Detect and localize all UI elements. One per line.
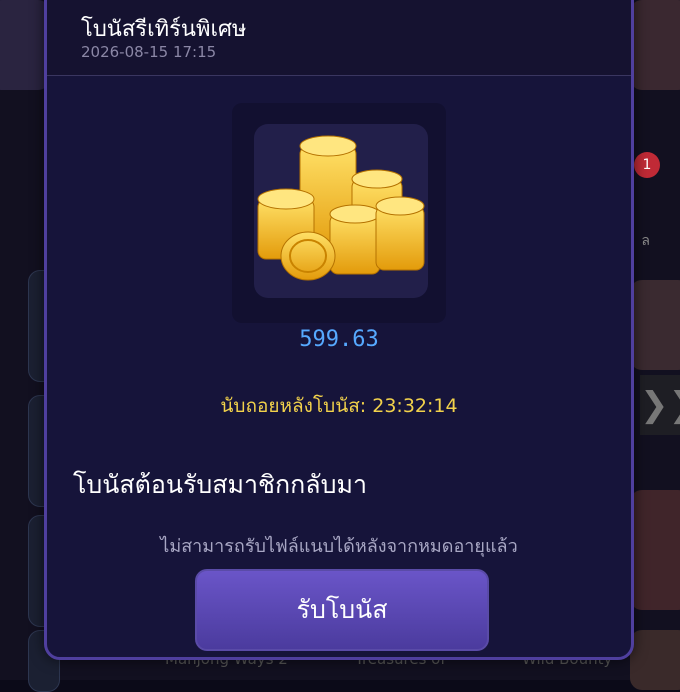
modal-title: โบนัสรีเทิร์นพิเศษ xyxy=(81,17,247,42)
welcome-message: โบนัสต้อนรับสมาชิกกลับมา xyxy=(73,470,368,499)
game-tile xyxy=(630,490,680,610)
bonus-countdown: นับถอยหลังโบนัส: 23:32:14 xyxy=(47,391,631,421)
gold-coins-icon xyxy=(254,124,428,298)
countdown-time: 23:32:14 xyxy=(372,395,458,417)
divider xyxy=(47,75,631,76)
modal-date: 2026-08-15 17:15 xyxy=(81,43,217,61)
game-tile xyxy=(630,280,680,370)
bonus-modal: โบนัสรีเทิร์นพิเศษ 2026-08-15 17:15 599.… xyxy=(44,0,634,660)
countdown-label: นับถอยหลังโบนัส: xyxy=(220,395,367,417)
modal-header: โบนัสรีเทิร์นพิเศษ 2026-08-15 17:15 xyxy=(47,0,631,75)
game-tile xyxy=(630,0,680,90)
scroll-right-icon: ❯❯ xyxy=(640,375,680,435)
expiry-note: ไม่สามารถรับไฟล์แนบได้หลังจากหมดอายุแล้ว xyxy=(160,536,518,557)
game-tile xyxy=(630,630,680,690)
notification-badge: 1 xyxy=(634,152,660,178)
claim-bonus-button[interactable]: รับโบนัส xyxy=(195,569,489,651)
background-label: ล xyxy=(641,233,650,249)
bonus-amount: 599.63 xyxy=(299,327,379,352)
game-tile xyxy=(0,0,50,90)
